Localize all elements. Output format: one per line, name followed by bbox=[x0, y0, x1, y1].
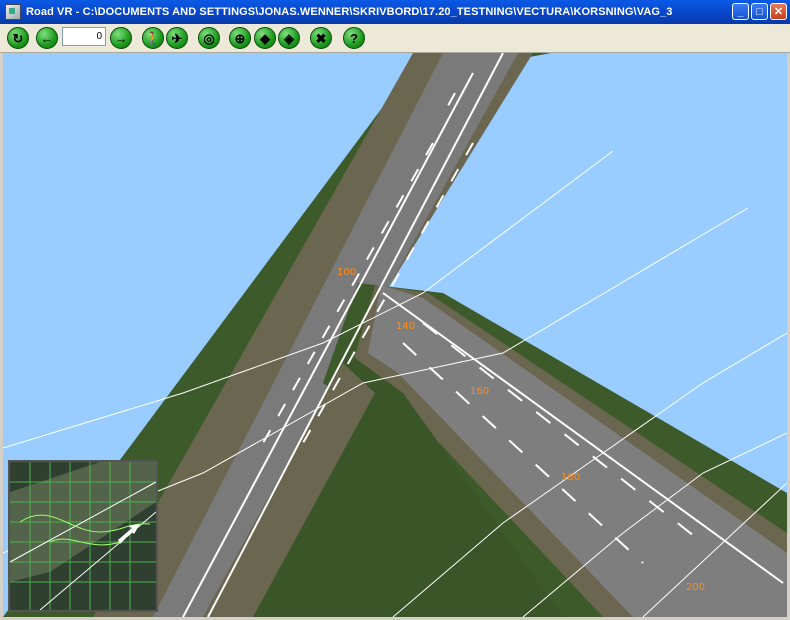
window-controls: _ □ ✕ bbox=[732, 3, 787, 20]
layers-button[interactable]: ◆ bbox=[254, 27, 276, 49]
airplane-icon: ✈ bbox=[171, 30, 183, 46]
station-label: 160 bbox=[470, 386, 489, 397]
fly-mode-button[interactable]: ✈ bbox=[166, 27, 188, 49]
window-title: Road VR - C:\DOCUMENTS AND SETTINGS\JONA… bbox=[26, 6, 673, 18]
app-icon[interactable] bbox=[5, 4, 21, 20]
close-button[interactable]: ✕ bbox=[770, 3, 787, 20]
layers-icon: ◆ bbox=[260, 30, 270, 46]
reset-view-button[interactable]: ↻ bbox=[7, 27, 29, 49]
tools-button[interactable]: ✖ bbox=[310, 27, 332, 49]
maximize-button[interactable]: □ bbox=[751, 3, 768, 20]
walk-mode-button[interactable]: 🚶 bbox=[142, 27, 164, 49]
station-label: 100 bbox=[337, 267, 356, 278]
title-bar: Road VR - C:\DOCUMENTS AND SETTINGS\JONA… bbox=[0, 0, 790, 24]
steering-wheel-icon: ◎ bbox=[203, 30, 215, 46]
help-icon: ? bbox=[350, 30, 358, 46]
station-label: 200 bbox=[686, 582, 705, 593]
step-back-button[interactable]: ← bbox=[36, 27, 58, 49]
cube-icon: ◈ bbox=[284, 30, 294, 46]
minimap[interactable] bbox=[8, 460, 158, 612]
station-input[interactable] bbox=[62, 27, 106, 46]
help-button[interactable]: ? bbox=[343, 27, 365, 49]
back-arrow-icon: ← bbox=[40, 30, 54, 46]
drive-mode-button[interactable]: ◎ bbox=[198, 27, 220, 49]
globe-button[interactable]: ⊕ bbox=[229, 27, 251, 49]
person-icon: 🚶 bbox=[144, 30, 162, 46]
minimap-canvas bbox=[9, 462, 157, 611]
station-label: 140 bbox=[396, 321, 415, 332]
tools-icon: ✖ bbox=[315, 30, 327, 46]
step-forward-button[interactable]: → bbox=[110, 27, 132, 49]
station-label: 180 bbox=[561, 472, 580, 483]
view-settings-button[interactable]: ◈ bbox=[278, 27, 300, 49]
globe-icon: ⊕ bbox=[234, 30, 246, 46]
reset-icon: ↻ bbox=[12, 30, 24, 46]
forward-arrow-icon: → bbox=[114, 30, 128, 46]
minimize-button[interactable]: _ bbox=[732, 3, 749, 20]
toolbar: ↻ ← → 🚶 ✈ ◎ ⊕ ◆ ◈ ✖ ? bbox=[0, 24, 790, 53]
